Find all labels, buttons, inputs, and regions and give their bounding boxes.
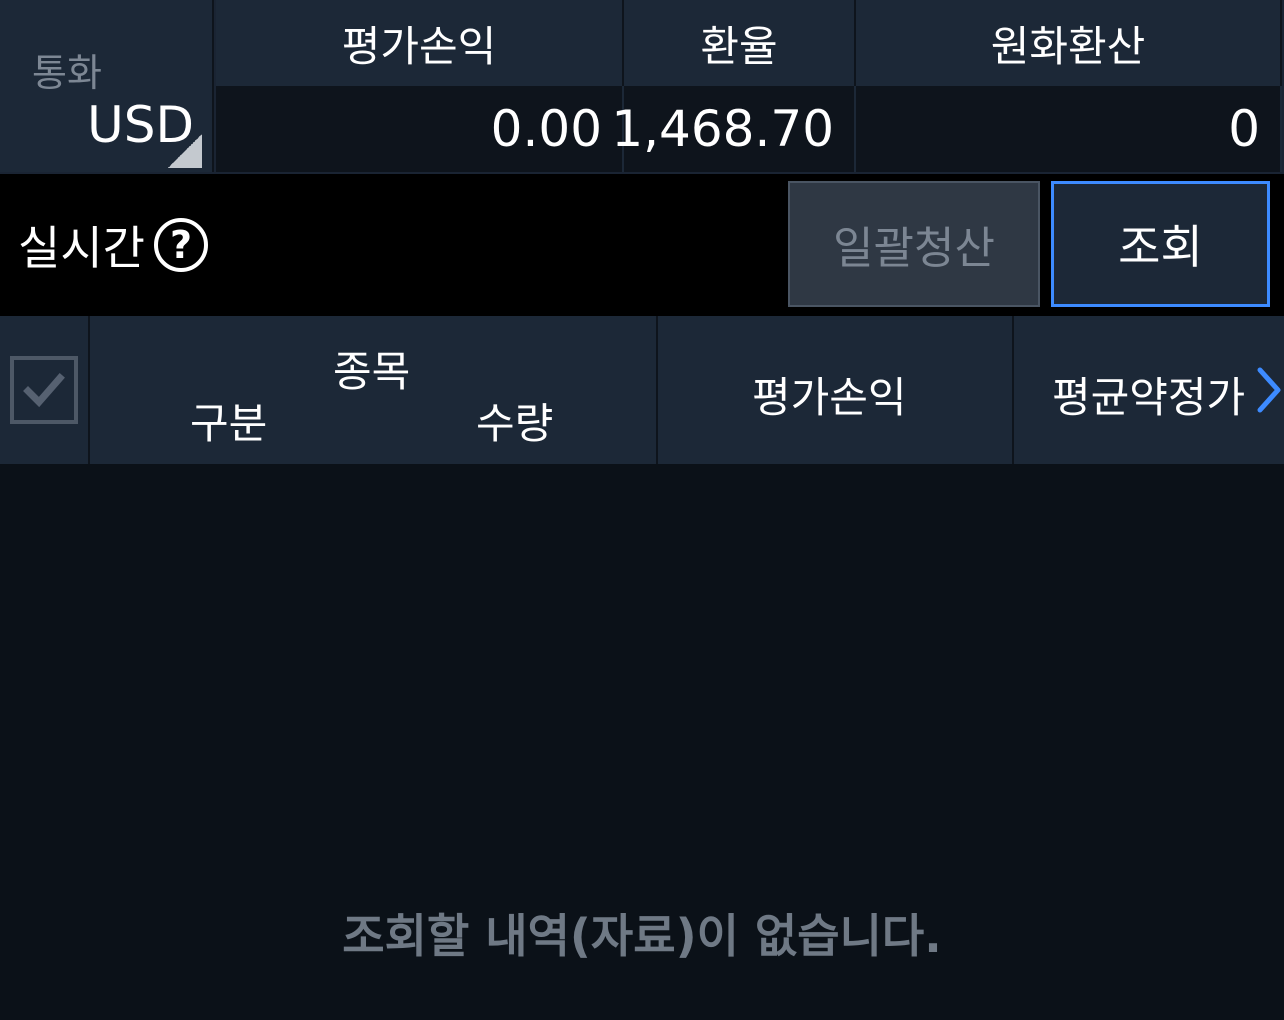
- column-item[interactable]: 종목: [333, 338, 410, 399]
- help-glyph: ?: [169, 223, 193, 267]
- dropdown-corner-icon: [168, 134, 202, 168]
- value-valuation-pnl: 0.00: [216, 86, 624, 172]
- column-quantity[interactable]: 수량: [476, 390, 553, 451]
- column-avg-price[interactable]: 평균약정가: [1052, 364, 1245, 425]
- column-divider: [88, 316, 90, 464]
- currency-selector[interactable]: 통화 USD: [0, 0, 214, 172]
- currency-caption: 통화: [32, 51, 102, 95]
- bulk-liquidate-button[interactable]: 일괄청산: [788, 181, 1040, 307]
- column-type[interactable]: 구분: [190, 390, 267, 451]
- checkmark-icon: [23, 373, 65, 408]
- select-all-checkbox[interactable]: [10, 356, 78, 424]
- header-exchange-rate: 환율: [624, 0, 856, 86]
- chevron-right-icon[interactable]: [1252, 366, 1284, 414]
- value-krw-converted: 0: [856, 86, 1282, 172]
- column-pnl[interactable]: 평가손익: [752, 364, 907, 425]
- header-krw-converted: 원화환산: [856, 0, 1282, 86]
- empty-message: 조회할 내역(자료)이 없습니다.: [342, 909, 942, 963]
- query-button[interactable]: 조회: [1051, 181, 1270, 307]
- help-circle-icon[interactable]: ?: [154, 218, 208, 272]
- realtime-label: 실시간: [18, 221, 145, 275]
- header-valuation-pnl: 평가손익: [216, 0, 624, 86]
- column-divider: [1012, 316, 1014, 464]
- value-exchange-rate: 1,468.70: [611, 86, 856, 172]
- column-divider: [656, 316, 658, 464]
